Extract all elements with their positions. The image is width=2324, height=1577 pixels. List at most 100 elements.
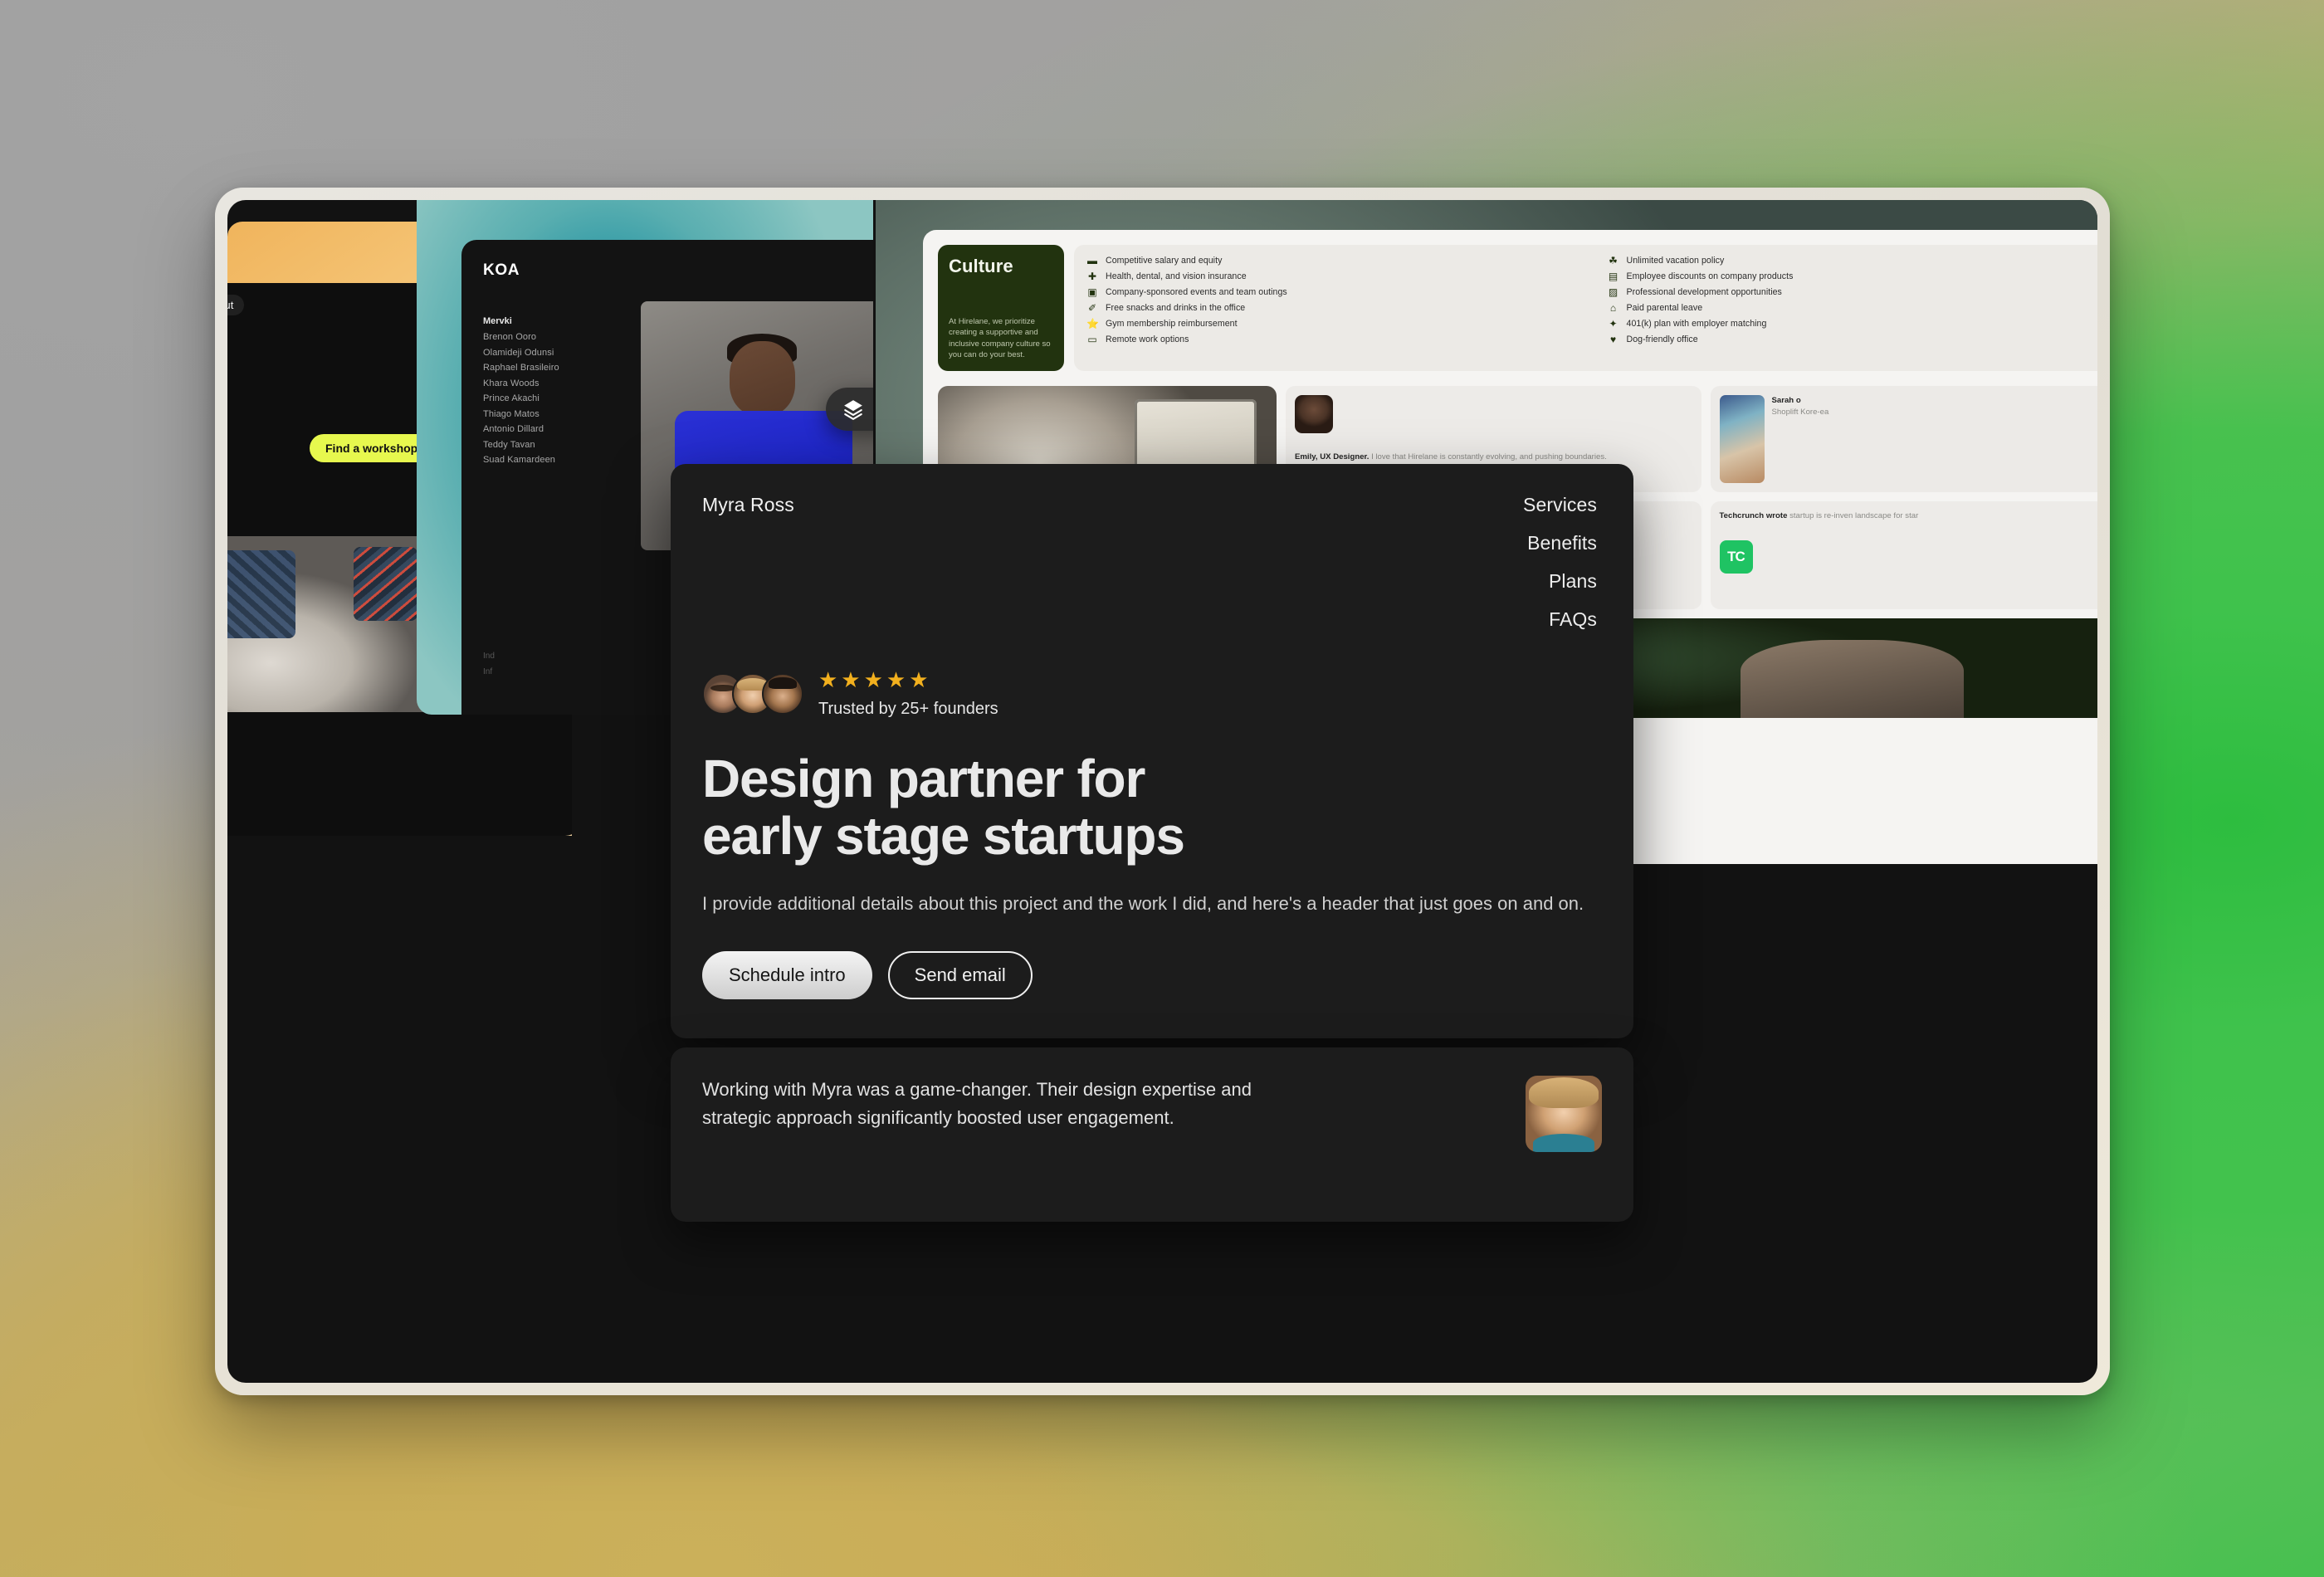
culture-card: Culture At Hirelane, we prioritize creat… [938, 245, 1064, 371]
hero-title-line-1: Design partner for [702, 749, 1145, 808]
emily-avatar [1295, 395, 1333, 433]
emily-quote: Emily, UX Designer. I love that Hirelane… [1295, 452, 1692, 463]
home-icon: ⌂ [1609, 302, 1617, 314]
benefit-item: ✚ Health, dental, and vision insurance [1086, 271, 1593, 281]
brand-name: Myra Ross [702, 494, 794, 515]
koa-list-item[interactable]: Thiago Matos [483, 409, 559, 419]
koa-list-item[interactable]: Brenon Ooro [483, 332, 559, 342]
benefit-text: Employee discounts on company products [1626, 271, 1794, 281]
koa-footer-item[interactable]: Inf [483, 667, 495, 676]
sarah-text: Sarah o Shoplift Kore-ea [1772, 395, 1829, 483]
hero-subtitle: I provide additional details about this … [702, 893, 1584, 915]
schedule-intro-button[interactable]: Schedule intro [702, 951, 872, 1000]
sarah-thumbnail [1719, 395, 1765, 483]
benefit-item: ♥ Dog-friendly office [1608, 334, 2098, 344]
emily-name: Emily, UX Designer. [1295, 452, 1370, 461]
send-email-button[interactable]: Send email [887, 951, 1033, 1000]
techcrunch-text: Techcrunch wrote startup is re-inven lan… [1720, 510, 2098, 522]
rating-block: ★★★★★ Trusted by 25+ founders [818, 669, 998, 719]
benefit-item: ▤ Employee discounts on company products [1608, 271, 2098, 281]
benefit-item: ☘ Unlimited vacation policy [1608, 256, 2098, 266]
koa-list-item[interactable]: Raphael Brasileiro [483, 363, 559, 373]
benefit-item: ▣ Company-sponsored events and team outin… [1086, 287, 1593, 297]
benefit-item: ▭ Remote work options [1086, 334, 1593, 344]
heart-icon: ♥ [1609, 334, 1617, 345]
sparkle-icon: ✦ [1609, 318, 1618, 330]
benefit-text: Professional development opportunities [1626, 287, 1782, 297]
techcrunch-title: Techcrunch wrote [1719, 511, 1788, 520]
wallet-icon: ▬ [1087, 255, 1097, 266]
koa-list-item[interactable]: Prince Akachi [483, 393, 559, 403]
koa-list-item[interactable]: Khara Woods [483, 378, 559, 388]
hero-title-line-2: early stage startups [702, 806, 1185, 867]
person-running-icon: ⭐ [1086, 318, 1099, 330]
benefit-item: ✦ 401(k) plan with employer matching [1608, 319, 2098, 329]
koa-logo: KOA [483, 261, 520, 279]
benefit-text: Paid parental leave [1626, 303, 1703, 313]
portrait-head [730, 341, 795, 416]
carrot-icon: ✐ [1087, 302, 1097, 314]
benefit-text: Free snacks and drinks in the office [1106, 303, 1246, 313]
device-screen: About Contact Find a workshop KOA Mervki [227, 200, 2097, 1383]
benefit-text: Unlimited vacation policy [1626, 256, 1725, 266]
benefit-text: 401(k) plan with employer matching [1626, 319, 1767, 329]
nav-item-about[interactable]: About [227, 295, 245, 315]
view-work-button[interactable]: View work [826, 388, 873, 431]
hero-card: Myra Ross Services Benefits Plans FAQs ★… [671, 464, 1633, 1038]
tag-icon: ▤ [1608, 271, 1618, 282]
koa-list-item[interactable]: Antonio Dillard [483, 424, 559, 434]
hero-nav: Services Benefits Plans FAQs [1523, 494, 1597, 631]
benefit-item: ▨ Professional development opportunities [1608, 287, 2098, 297]
monitor-icon: ▭ [1087, 334, 1097, 345]
benefit-text: Dog-friendly office [1626, 334, 1698, 344]
plus-cross-icon: ✚ [1087, 271, 1097, 282]
social-proof-row: ★★★★★ Trusted by 25+ founders [702, 669, 1597, 719]
benefit-text: Gym membership reimbursement [1106, 319, 1238, 329]
nav-link-services[interactable]: Services [1523, 494, 1597, 516]
layers-icon [842, 398, 864, 420]
star-rating: ★★★★★ [818, 667, 932, 692]
culture-body: At Hirelane, we prioritize creating a su… [949, 316, 1051, 360]
techcrunch-detail: startup is re-inven landscape for star [1787, 511, 1919, 520]
koa-list-item[interactable]: Suad Kamardeen [483, 455, 559, 465]
avatar [762, 673, 803, 715]
sarah-name: Sarah o [1771, 396, 1801, 405]
workshop-photo-brainstorm [227, 536, 442, 712]
culture-title: Culture [949, 256, 1013, 276]
culture-top-row: Culture At Hirelane, we prioritize creat… [923, 230, 2097, 386]
benefit-item: ⭐ Gym membership reimbursement [1086, 319, 1593, 329]
testimonial-avatar [1526, 1076, 1602, 1152]
benefit-item: ▬ Competitive salary and equity [1086, 256, 1593, 266]
koa-list-item[interactable]: Olamideji Odunsi [483, 348, 559, 358]
photo-person [1741, 640, 1964, 718]
benefit-text: Company-sponsored events and team outing… [1106, 287, 1287, 297]
device-frame: About Contact Find a workshop KOA Mervki [215, 188, 2110, 1395]
page-title: Design partner for early stage startups [702, 749, 1597, 867]
founder-avatar-group [702, 673, 803, 715]
benefit-text: Remote work options [1106, 334, 1189, 344]
koa-name-list: Mervki Brenon Ooro Olamideji Odunsi Raph… [483, 316, 559, 471]
testimonial-quote: Working with Myra was a game-changer. Th… [702, 1079, 1252, 1129]
hero-actions: Schedule intro Send email [702, 951, 1597, 1000]
benefit-text: Health, dental, and vision insurance [1106, 271, 1247, 281]
nav-link-faqs[interactable]: FAQs [1549, 608, 1597, 631]
emily-quote-rest: I love that Hirelane is constantly evolv… [1369, 452, 1607, 461]
koa-footer-item[interactable]: Ind [483, 652, 495, 661]
palm-tree-icon: ☘ [1609, 255, 1618, 266]
techcrunch-card[interactable]: Techcrunch wrote startup is re-inven lan… [1710, 501, 2098, 609]
speaker-icon: ▣ [1087, 286, 1097, 298]
find-workshop-button[interactable]: Find a workshop [310, 434, 434, 462]
nav-link-benefits[interactable]: Benefits [1527, 532, 1597, 554]
benefit-item: ⌂ Paid parental leave [1608, 303, 2098, 313]
sarah-detail: Shoplift Kore-ea [1771, 407, 1829, 417]
benefit-item: ✐ Free snacks and drinks in the office [1086, 303, 1593, 313]
techcrunch-logo: TC [1719, 540, 1753, 574]
testimonial-card: Working with Myra was a game-changer. Th… [671, 1047, 1633, 1222]
book-icon: ▨ [1608, 286, 1618, 298]
hero-header: Myra Ross Services Benefits Plans FAQs [702, 494, 1597, 631]
benefits-list: ▬ Competitive salary and equity ☘ Unlimite… [1074, 245, 2097, 371]
sarah-card[interactable]: Sarah o Shoplift Kore-ea [1710, 386, 2097, 492]
koa-list-item[interactable]: Teddy Tavan [483, 440, 559, 450]
nav-link-plans[interactable]: Plans [1549, 570, 1597, 593]
trusted-by-text: Trusted by 25+ founders [818, 700, 998, 718]
